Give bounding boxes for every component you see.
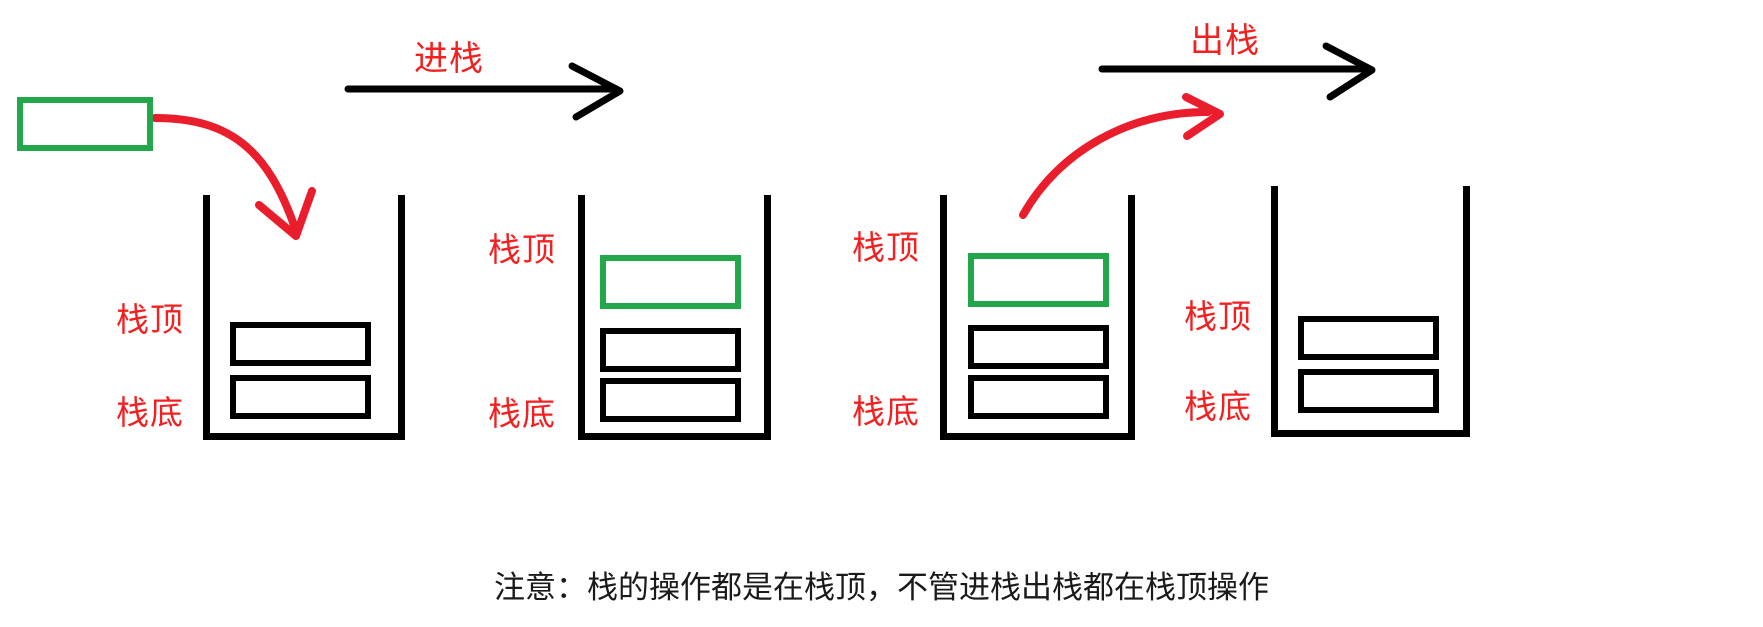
stack2-cell-top-green [600, 255, 741, 309]
stack1-floor [203, 433, 405, 440]
stack4-top-label: 栈顶 [1184, 297, 1252, 336]
pop-operation-label: 出栈 [1190, 21, 1260, 61]
stack4-wall-left [1271, 186, 1278, 436]
stack4-wall-right [1463, 186, 1470, 436]
stack3-cell-top-green [968, 253, 1109, 307]
stack3-floor [940, 433, 1135, 440]
stack1-top-label: 栈顶 [116, 300, 184, 339]
stack1-wall-right [398, 195, 405, 440]
stack-operation-diagram: 进栈 出栈 栈顶 栈底 栈顶 栈底 栈顶 栈底 栈顶 栈底 注意：栈的操作都是在… [0, 0, 1763, 627]
stack4-bottom-label: 栈底 [1184, 387, 1252, 426]
stack2-cell-bottom [600, 378, 741, 422]
stack3-bottom-label: 栈底 [852, 392, 920, 431]
stack4-floor [1271, 430, 1470, 437]
pop-motion-arrow-icon [1019, 93, 1224, 219]
arrows-overlay [151, 42, 1376, 240]
push-operation-label: 进栈 [414, 39, 484, 79]
stack1-cell-top [230, 322, 371, 366]
stack3-wall-left [940, 195, 947, 440]
stack2-wall-left [578, 195, 585, 440]
stack2-bottom-label: 栈底 [488, 394, 556, 433]
diagram-caption: 注意：栈的操作都是在栈顶，不管进栈出栈都在栈顶操作 [494, 570, 1269, 606]
stack3-wall-right [1128, 195, 1135, 440]
stack4-cell-bottom [1298, 369, 1439, 413]
push-arrow-icon [344, 62, 624, 121]
stack3-cell-bottom [968, 375, 1109, 419]
push-motion-arrow-icon [151, 114, 316, 240]
stack2-floor [578, 433, 771, 440]
incoming-element-box [17, 97, 153, 151]
stack2-wall-right [764, 195, 771, 440]
stack4-cell-top [1298, 316, 1439, 360]
stack3-top-label: 栈顶 [852, 228, 920, 267]
stack1-bottom-label: 栈底 [116, 393, 184, 432]
stack1-cell-bottom [230, 375, 371, 419]
stack2-top-label: 栈顶 [488, 230, 556, 269]
stack2-cell-middle [600, 328, 741, 372]
stack1-wall-left [203, 195, 210, 440]
stack3-cell-middle [968, 325, 1109, 369]
